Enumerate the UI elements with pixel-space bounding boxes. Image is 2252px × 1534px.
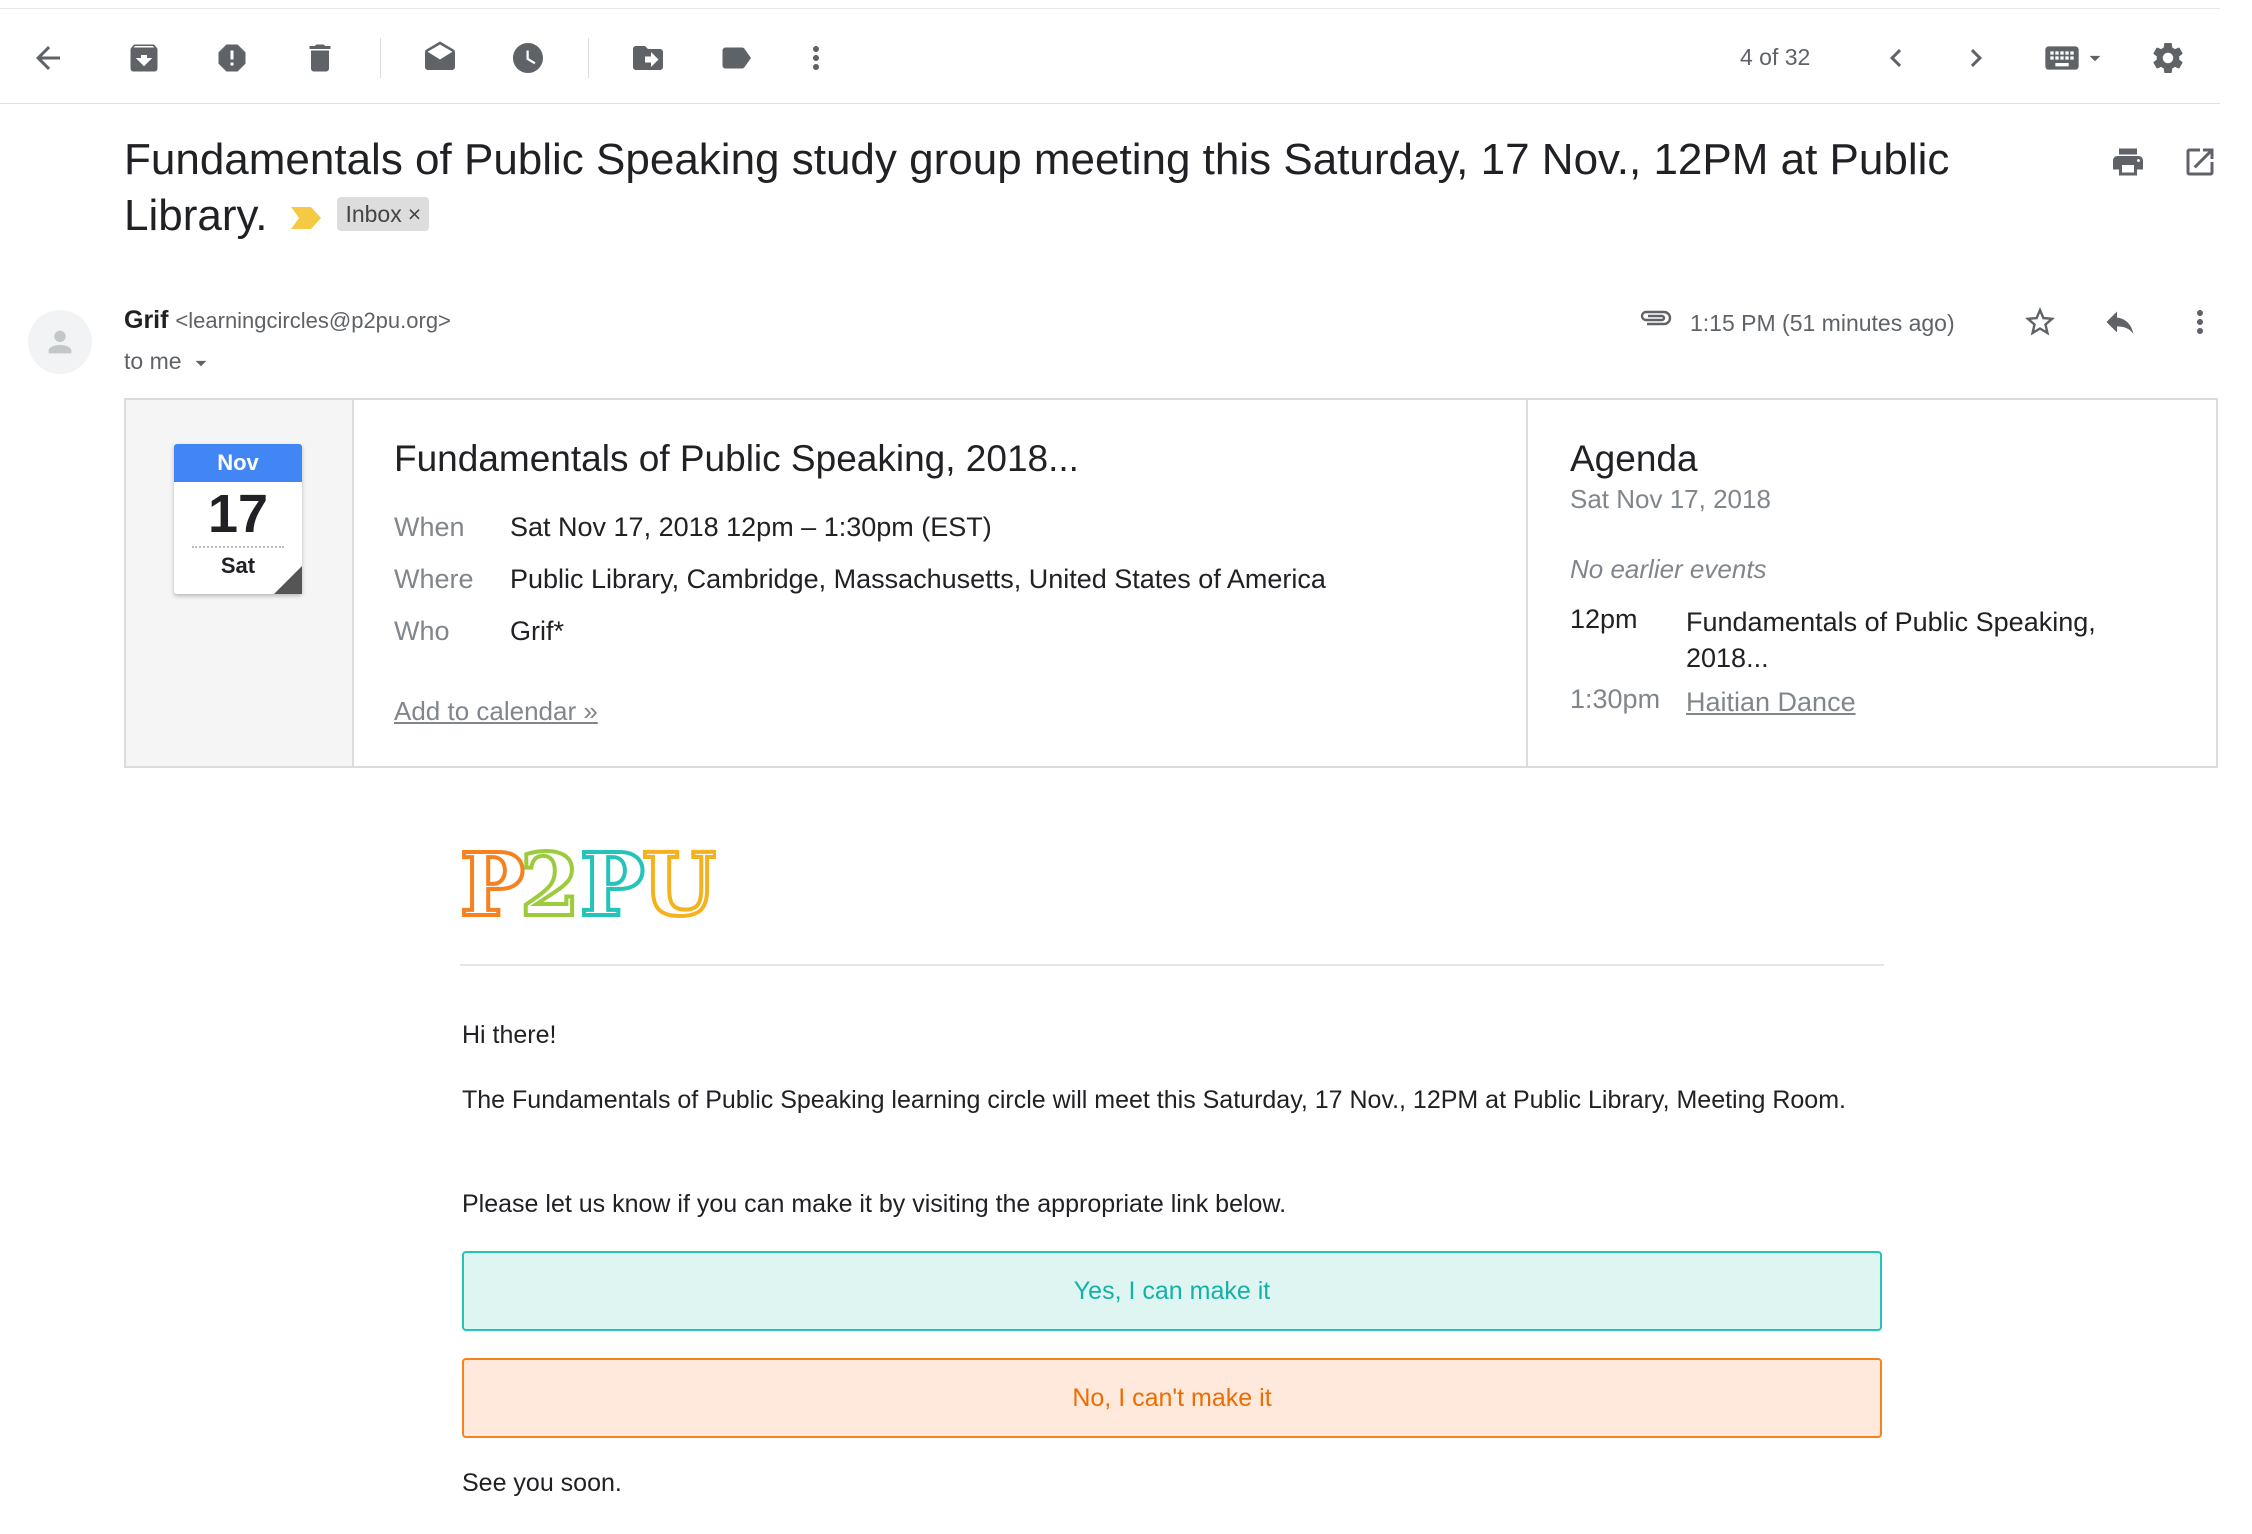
- back-button[interactable]: [20, 30, 76, 86]
- label-icon: [722, 47, 751, 69]
- open-envelope-icon: [425, 41, 455, 70]
- reply-icon: [2106, 311, 2134, 334]
- move-to-button[interactable]: [620, 30, 676, 86]
- important-marker-icon[interactable]: [289, 205, 323, 231]
- logo-divider: [460, 964, 1884, 966]
- caret-down-icon: [195, 360, 207, 367]
- person-icon: [48, 330, 72, 354]
- event-when-row: When Sat Nov 17, 2018 12pm – 1:30pm (EST): [394, 512, 992, 543]
- calendar-day: 17: [207, 484, 269, 544]
- agenda-date: Sat Nov 17, 2018: [1570, 484, 1771, 514]
- svg-text:P: P: [460, 840, 525, 920]
- settings-button[interactable]: [2140, 30, 2196, 86]
- open-in-new-icon: [2186, 148, 2214, 176]
- greeting-text: Hi there!: [462, 1021, 557, 1049]
- svg-text:P: P: [580, 840, 645, 920]
- top-border: [0, 8, 2220, 9]
- delete-button[interactable]: [292, 30, 348, 86]
- who-label: Who: [394, 616, 450, 646]
- trash-icon: [309, 44, 331, 72]
- chevron-left-icon: [1890, 49, 1902, 67]
- subject-heading: Fundamentals of Public Speaking study gr…: [124, 132, 1994, 244]
- agenda-panel: Agenda Sat Nov 17, 2018 No earlier event…: [1528, 400, 2216, 766]
- inbox-label-chip: Inbox ×: [337, 197, 430, 232]
- agenda-item-event: Fundamentals of Public Speaking, 2018...: [1686, 607, 2096, 673]
- reply-button[interactable]: [2092, 294, 2148, 350]
- toolbar-divider: [380, 38, 381, 78]
- page-fold-icon: [274, 566, 302, 594]
- clock-icon: [513, 43, 543, 73]
- labels-button[interactable]: [708, 30, 764, 86]
- input-tools-button[interactable]: [2020, 30, 2130, 86]
- star-button[interactable]: [2012, 294, 2068, 350]
- print-all-button[interactable]: [2100, 134, 2156, 190]
- who-value: Grif*: [510, 616, 564, 646]
- open-new-window-button[interactable]: [2172, 134, 2228, 190]
- calendar-date-icon: Nov 17 Sat: [174, 444, 302, 594]
- rsvp-yes-button[interactable]: Yes, I can make it: [462, 1251, 1882, 1331]
- gear-icon: [2153, 43, 2183, 73]
- sender-line: Grif <learningcircles@p2pu.org>: [124, 306, 451, 335]
- agenda-item-time: 1:30pm: [1570, 684, 1661, 714]
- report-spam-icon: [218, 44, 246, 72]
- recipients-toggle[interactable]: to me: [124, 348, 214, 376]
- add-to-calendar-link[interactable]: Add to calendar »: [394, 696, 598, 727]
- keyboard-icon: [2045, 46, 2079, 70]
- where-value: Public Library, Cambridge, Massachusetts…: [510, 564, 1326, 594]
- chevron-right-icon: [1970, 49, 1982, 67]
- attachment-icon: [1640, 310, 1672, 326]
- archive-icon: [130, 44, 158, 72]
- event-who-row: Who Grif*: [394, 616, 564, 647]
- toolbar-bottom-border: [0, 103, 2220, 104]
- closing-text: See you soon.: [462, 1469, 622, 1497]
- more-vert-icon: [2197, 310, 2203, 334]
- agenda-item-event-link[interactable]: Haitian Dance: [1686, 684, 2146, 720]
- report-spam-button[interactable]: [204, 30, 260, 86]
- newer-button[interactable]: [1868, 30, 1924, 86]
- when-label: When: [394, 512, 465, 542]
- sender-name[interactable]: Grif: [124, 306, 168, 334]
- agenda-no-earlier: No earlier events: [1570, 554, 1767, 584]
- p2pu-logo[interactable]: P 2 P U: [460, 840, 716, 920]
- mark-unread-button[interactable]: [412, 30, 468, 86]
- calendar-month: Nov: [174, 444, 302, 482]
- invite-date-panel: Nov 17 Sat: [126, 400, 354, 766]
- agenda-title: Agenda: [1570, 438, 1698, 479]
- more-actions-button[interactable]: [788, 30, 844, 86]
- svg-text:U: U: [642, 840, 716, 920]
- meeting-paragraph: The Fundamentals of Public Speaking lear…: [462, 1086, 1846, 1114]
- avatar[interactable]: [28, 310, 92, 374]
- agenda-item-time: 12pm: [1570, 604, 1638, 634]
- star-outline-icon: [2025, 307, 2055, 336]
- svg-text:2: 2: [520, 840, 580, 920]
- when-value: Sat Nov 17, 2018 12pm – 1:30pm (EST): [510, 512, 992, 542]
- more-vert-icon: [813, 46, 819, 70]
- archive-button[interactable]: [116, 30, 172, 86]
- message-counter: 4 of 32: [1740, 44, 1811, 70]
- remove-label-button[interactable]: ×: [408, 201, 421, 227]
- move-to-folder-icon: [633, 46, 663, 70]
- where-label: Where: [394, 564, 474, 594]
- message-more-button[interactable]: [2172, 294, 2228, 350]
- printer-icon: [2113, 148, 2143, 176]
- rsvp-no-button[interactable]: No, I can't make it: [462, 1358, 1882, 1438]
- invite-details-panel: Fundamentals of Public Speaking, 2018...…: [352, 400, 1528, 766]
- event-where-row: Where Public Library, Cambridge, Massachu…: [394, 564, 1326, 595]
- arrow-left-icon: [36, 46, 60, 70]
- snooze-button[interactable]: [500, 30, 556, 86]
- toolbar-divider: [588, 38, 589, 78]
- caret-down-icon: [2089, 55, 2101, 62]
- sender-email: <learningcircles@p2pu.org>: [175, 308, 451, 333]
- message-time: 1:15 PM (51 minutes ago): [1690, 310, 1955, 336]
- event-title[interactable]: Fundamentals of Public Speaking, 2018...: [394, 438, 1079, 480]
- recipients-text: to me: [124, 348, 182, 374]
- older-button[interactable]: [1948, 30, 2004, 86]
- calendar-invite-card: Nov 17 Sat Fundamentals of Public Speaki…: [124, 398, 2218, 768]
- rsvp-instructions: Please let us know if you can make it by…: [462, 1190, 1287, 1218]
- inbox-label-text: Inbox: [345, 201, 402, 228]
